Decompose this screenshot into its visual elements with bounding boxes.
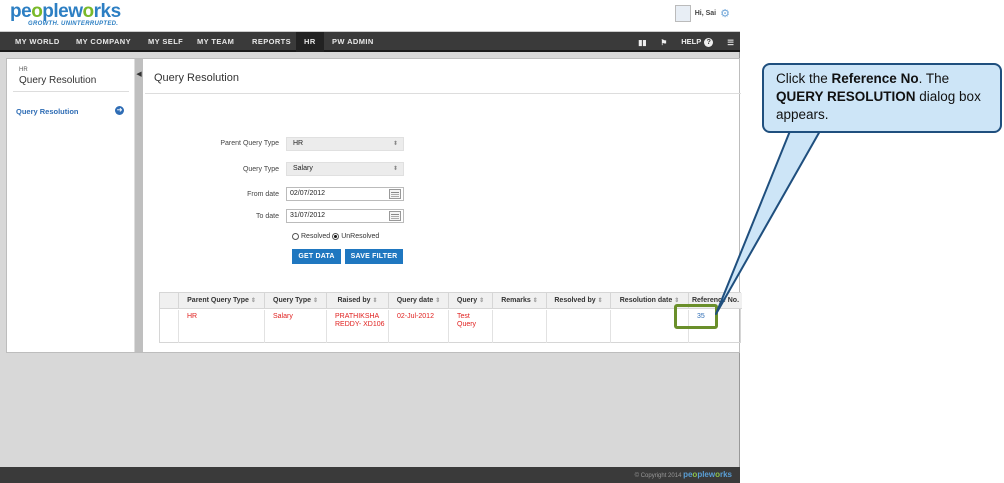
help-label: HELP	[681, 37, 702, 46]
parent-query-type-label: Parent Query Type	[220, 140, 279, 147]
callout-bold-reference: Reference No	[831, 71, 919, 86]
calendar-icon[interactable]	[389, 211, 401, 221]
cell-parent-query-type: HR	[178, 310, 264, 343]
peopleworks-logo[interactable]: peopleworks GROWTH. UNINTERRUPTED.	[10, 2, 121, 27]
sort-icon: ⇕	[372, 298, 378, 304]
logo-tagline: GROWTH. UNINTERRUPTED.	[28, 21, 119, 27]
unresolved-radio[interactable]	[332, 233, 340, 240]
to-date-label: To date	[256, 213, 279, 220]
arrow-right-icon[interactable]: ➜	[115, 106, 124, 115]
query-table: Parent Query Type ⇕ Query Type ⇕ Raised …	[159, 292, 742, 343]
from-date-value: 02/07/2012	[290, 190, 326, 197]
col-remarks[interactable]: Remarks ⇕	[492, 293, 546, 309]
sidebar-title: Query Resolution	[19, 75, 97, 86]
cell-remarks	[492, 310, 546, 343]
chevron-updown-icon: ⬍	[392, 166, 398, 172]
footer-copyright: © Copyright 2014 peopleworks	[635, 470, 732, 479]
nav-my-team[interactable]: MY TEAM	[189, 32, 242, 52]
user-greeting: Hi, Sai	[694, 10, 717, 17]
user-avatar-icon[interactable]	[674, 5, 691, 22]
query-type-label: Query Type	[242, 166, 279, 173]
to-date-field[interactable]: 31/07/2012	[286, 209, 404, 223]
app-window: peopleworks GROWTH. UNINTERRUPTED. Hi, S…	[0, 0, 742, 483]
content-panel: HR Query Resolution Query Resolution ➜ ◀…	[6, 58, 742, 353]
help-icon: ?	[704, 38, 714, 47]
callout-bold-dialog: QUERY RESOLUTION	[776, 89, 916, 104]
nav-reports[interactable]: REPORTS	[244, 32, 299, 52]
nav-my-world[interactable]: MY WORLD	[7, 32, 68, 52]
col-query[interactable]: Query ⇕	[448, 293, 492, 309]
cell-resolved-by	[546, 310, 610, 343]
sort-icon: ⇕	[532, 298, 538, 304]
gear-icon[interactable]: ⚙	[720, 7, 730, 20]
callout-text-pre: Click the	[776, 71, 832, 86]
sort-icon: ⇕	[250, 298, 256, 304]
user-menu[interactable]: Hi, Sai ⚙	[674, 5, 730, 22]
from-date-field[interactable]: 02/07/2012	[286, 187, 404, 201]
unresolved-label: UnResolved	[341, 233, 380, 240]
col-raised-by[interactable]: Raised by ⇕	[326, 293, 388, 309]
sidebar-collapse-handle[interactable]: ◀	[135, 59, 143, 352]
main-nav: MY WORLD MY COMPANY MY SELF MY TEAM REPO…	[0, 32, 740, 52]
col-query-type[interactable]: Query Type ⇕	[264, 293, 326, 309]
cell-raised-by: PRATHIKSHA REDDY- XD106	[326, 310, 388, 343]
sidebar: HR Query Resolution Query Resolution ➜	[7, 59, 135, 352]
sort-icon: ⇕	[312, 298, 318, 304]
collapse-arrow-icon[interactable]: ◀	[135, 69, 143, 81]
calendar-icon[interactable]	[389, 189, 401, 199]
parent-query-type-select[interactable]: HR ⬍	[286, 137, 404, 151]
flag-icon[interactable]: ⚑	[661, 38, 668, 47]
menu-icon[interactable]: ☰	[727, 38, 734, 47]
top-bar: peopleworks GROWTH. UNINTERRUPTED. Hi, S…	[0, 0, 740, 32]
sort-icon: ⇕	[435, 298, 441, 304]
sort-icon: ⇕	[479, 298, 485, 304]
from-date-label: From date	[247, 191, 279, 198]
book-icon[interactable]: ▮▮	[638, 38, 646, 47]
table-header-select	[160, 293, 178, 309]
logo-wordmark: peopleworks	[10, 1, 121, 22]
query-type-select[interactable]: Salary ⬍	[286, 162, 404, 176]
status-radio-group: Resolved UnResolved	[292, 233, 379, 240]
instruction-callout: Click the Reference No. The QUERY RESOLU…	[762, 63, 1002, 133]
cell-query-type: Salary	[264, 310, 326, 343]
main-area: Query Resolution Parent Query Type HR ⬍ …	[145, 59, 742, 352]
callout-text-mid: . The	[918, 71, 950, 86]
to-date-value: 31/07/2012	[290, 212, 326, 219]
nav-my-self[interactable]: MY SELF	[140, 32, 191, 52]
cell-query: Test Query	[448, 310, 492, 343]
chevron-updown-icon: ⬍	[392, 141, 398, 147]
sort-icon: ⇕	[597, 298, 603, 304]
table-header: Parent Query Type ⇕ Query Type ⇕ Raised …	[160, 293, 742, 309]
save-filter-button[interactable]: SAVE FILTER	[345, 249, 403, 264]
reference-no-highlight	[674, 304, 718, 329]
title-divider	[145, 93, 741, 94]
resolved-label: Resolved	[301, 233, 331, 240]
cell-query-date: 02-Jul-2012	[388, 310, 448, 343]
nav-my-company[interactable]: MY COMPANY	[68, 32, 139, 52]
nav-pw-admin[interactable]: PW ADMIN	[324, 32, 382, 52]
help-button[interactable]: HELP?	[681, 37, 714, 47]
footer-bar: © Copyright 2014 peopleworks	[0, 467, 740, 483]
col-query-date[interactable]: Query date ⇕	[388, 293, 448, 309]
parent-query-type-value: HR	[293, 140, 304, 147]
nav-tools: ▮▮ ⚑ HELP? ☰	[638, 32, 734, 52]
page-title: Query Resolution	[154, 72, 239, 84]
sidebar-breadcrumb: HR	[19, 67, 28, 73]
nav-hr[interactable]: HR	[296, 32, 324, 52]
col-resolved-by[interactable]: Resolved by ⇕	[546, 293, 610, 309]
resolved-radio[interactable]	[292, 233, 299, 240]
query-type-value: Salary	[293, 165, 313, 172]
copyright-text: © Copyright 2014	[634, 473, 682, 479]
get-data-button[interactable]: GET DATA	[292, 249, 341, 264]
col-parent-query-type[interactable]: Parent Query Type ⇕	[178, 293, 264, 309]
footer-logo: peopleworks	[683, 470, 732, 479]
sidebar-divider	[13, 91, 129, 92]
sidebar-item-query-resolution[interactable]: Query Resolution	[16, 107, 79, 116]
